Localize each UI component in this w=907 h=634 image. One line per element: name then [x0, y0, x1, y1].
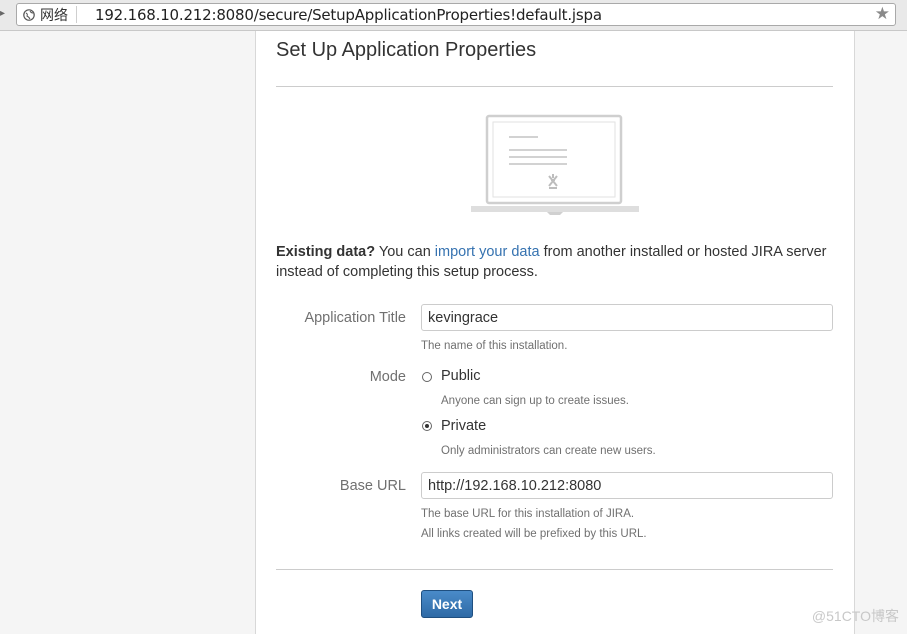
import-data-link[interactable]: import your data: [435, 244, 540, 260]
mode-public-radio[interactable]: [422, 372, 432, 382]
globe-icon: [23, 8, 35, 21]
site-info-label: 网络: [40, 6, 68, 23]
mode-private-radio[interactable]: [422, 421, 432, 431]
base-url-help-2: All links created will be prefixed by th…: [421, 528, 647, 540]
url-text[interactable]: 192.168.10.212:8080/secure/SetupApplicat…: [95, 6, 602, 24]
mode-private-help: Only administrators can create new users…: [441, 445, 656, 457]
intro-text-pre: You can: [375, 244, 435, 260]
watermark: @51CTO博客: [811, 608, 899, 624]
site-info-chip[interactable]: 网络: [23, 6, 77, 23]
base-url-input[interactable]: [421, 472, 833, 499]
setup-panel: Set Up Application Properties Existing d…: [255, 31, 855, 634]
base-url-label: Base URL: [339, 478, 406, 494]
laptop-illustration-icon: [471, 114, 639, 215]
browser-toolbar: ▸ 网络 192.168.10.212:8080/secure/SetupApp…: [0, 0, 907, 31]
application-title-label: Application Title: [304, 310, 406, 326]
back-arrow-icon[interactable]: ▸: [0, 8, 5, 19]
next-button[interactable]: Next: [421, 590, 473, 618]
address-bar[interactable]: 网络 192.168.10.212:8080/secure/SetupAppli…: [16, 3, 896, 26]
mode-public-label[interactable]: Public: [441, 368, 481, 384]
title-divider: [276, 86, 833, 87]
mode-public-help: Anyone can sign up to create issues.: [441, 395, 629, 407]
existing-data-notice: Existing data? You can import your data …: [276, 242, 836, 282]
application-title-input[interactable]: [421, 304, 833, 331]
application-title-help: The name of this installation.: [421, 340, 568, 352]
page-title: Set Up Application Properties: [276, 39, 537, 61]
mode-private-label[interactable]: Private: [441, 418, 486, 434]
existing-data-lead: Existing data?: [276, 244, 376, 260]
bookmark-star-icon[interactable]: ★: [875, 4, 890, 24]
mode-label: Mode: [369, 369, 406, 385]
base-url-help-1: The base URL for this installation of JI…: [421, 508, 635, 520]
form-divider: [276, 569, 833, 570]
